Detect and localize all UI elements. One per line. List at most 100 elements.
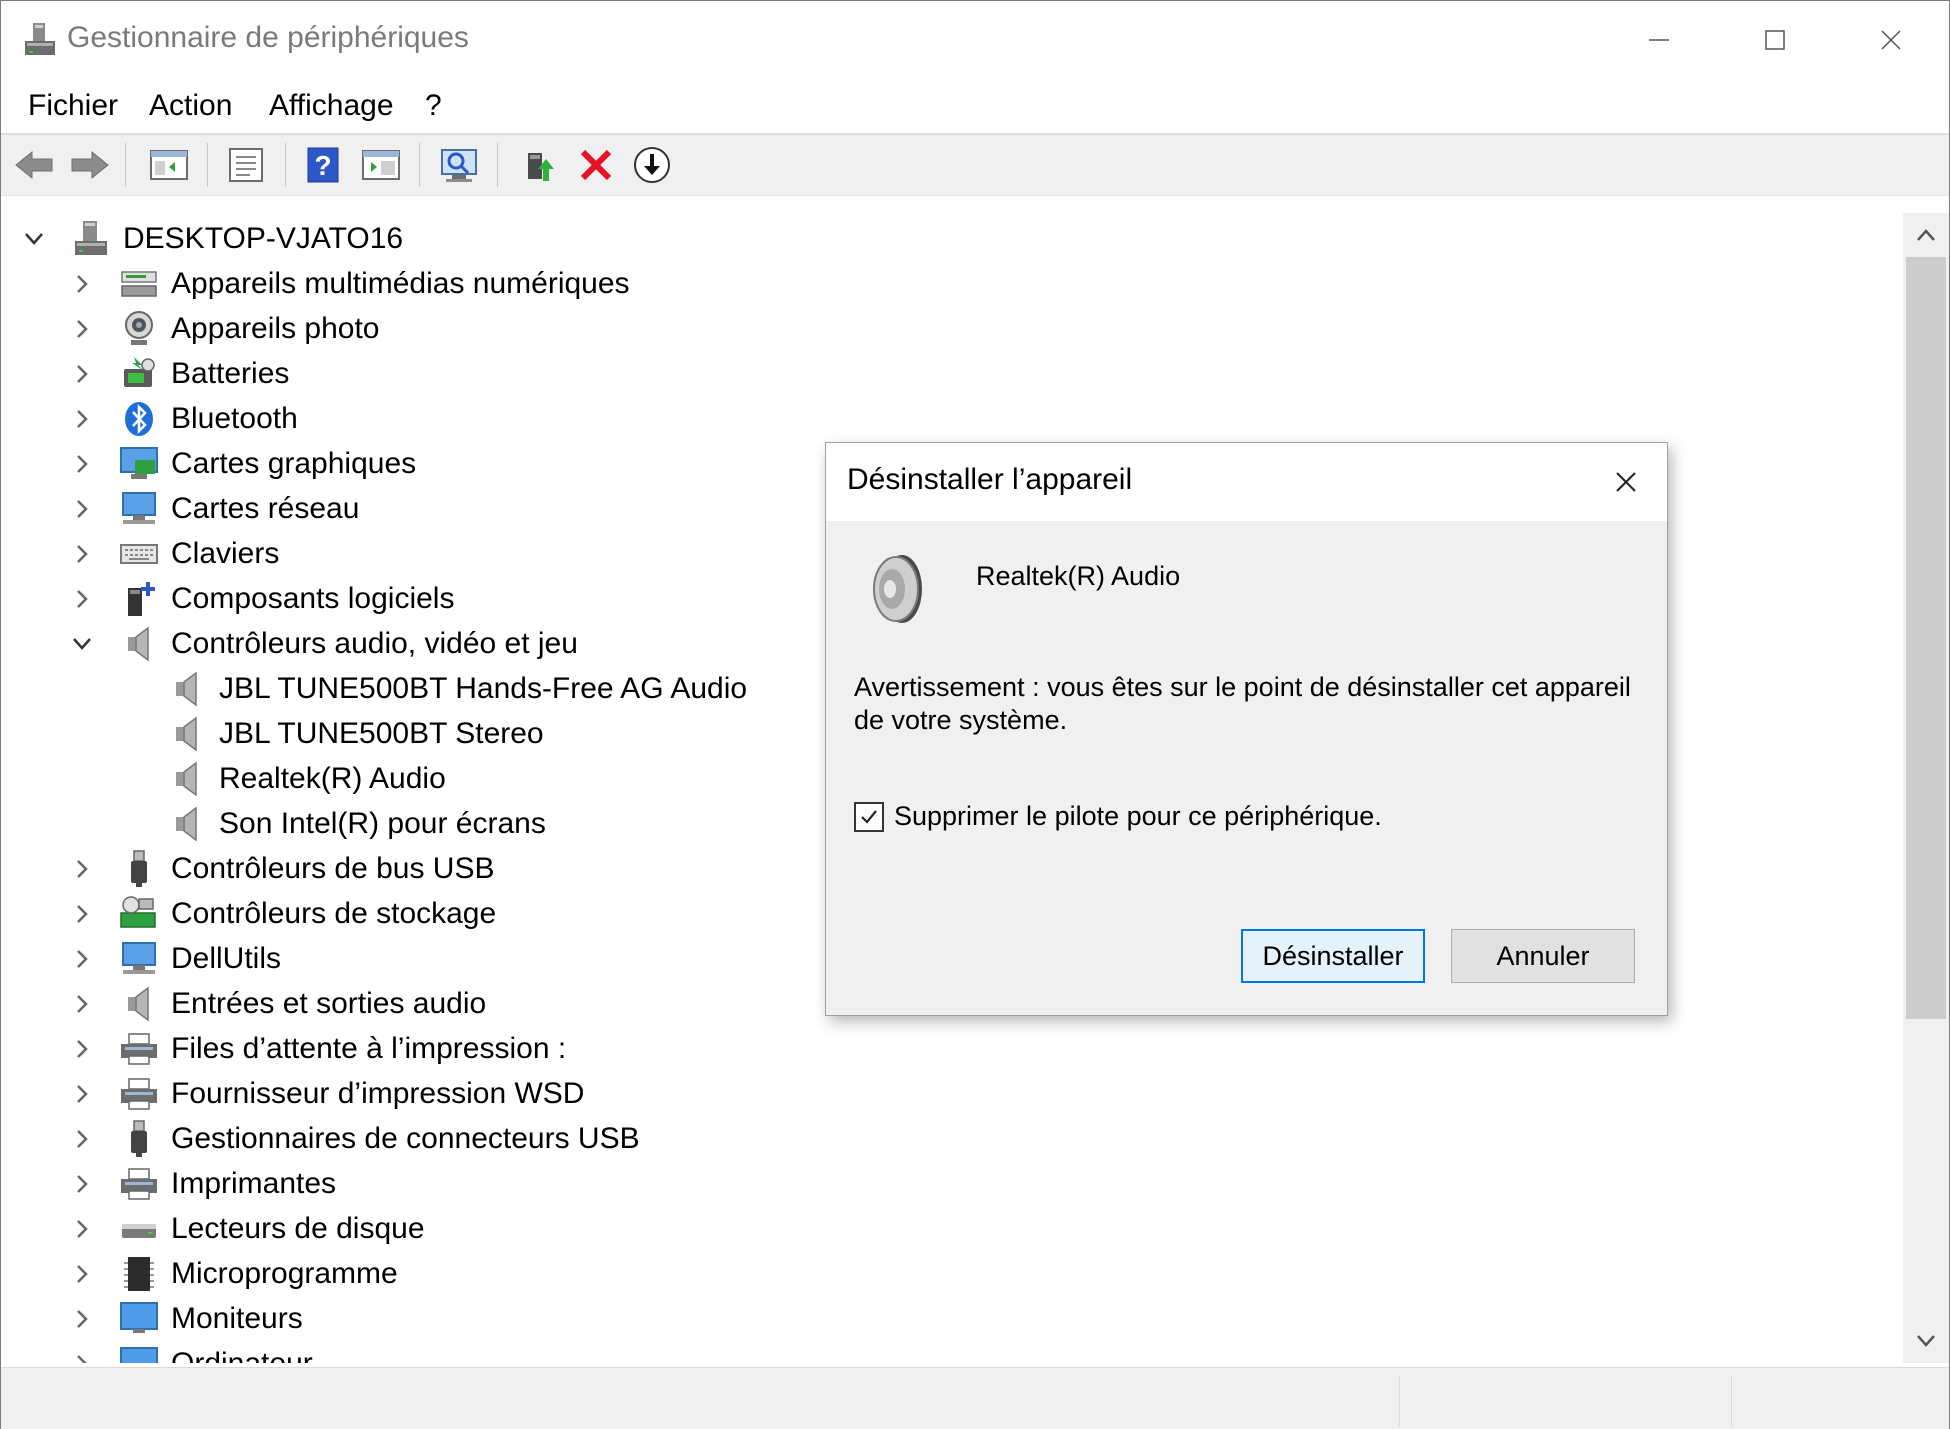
display-adapter-icon [119, 444, 159, 484]
chevron-right-icon[interactable] [71, 1308, 93, 1330]
chevron-right-icon[interactable] [71, 1218, 93, 1240]
dialog-title: Désinstaller l’appareil [847, 463, 1133, 496]
tree-item-label: Appareils multimédias numériques [171, 266, 630, 300]
chevron-right-icon[interactable] [71, 408, 93, 430]
tree-child-realtek-audio[interactable]: Realtek(R) Audio [167, 756, 446, 801]
tree-item-label: Imprimantes [171, 1166, 337, 1200]
tree-item-entrees-sorties-audio[interactable]: Entrées et sorties audio [71, 981, 486, 1026]
chevron-right-icon[interactable] [71, 453, 93, 475]
status-bar [1, 1367, 1949, 1429]
disable-device-icon[interactable] [629, 143, 675, 187]
speaker-icon [119, 984, 159, 1024]
help-icon[interactable]: ? [300, 143, 346, 187]
uninstall-dialog: Désinstaller l’appareil Realtek(R) Audio… [825, 442, 1668, 1016]
tree-item-appareils-photo[interactable]: Appareils photo [71, 306, 379, 351]
scan-hardware-icon[interactable] [437, 143, 483, 187]
scroll-up-icon[interactable] [1903, 215, 1949, 255]
menu-affichage[interactable]: Affichage [269, 89, 394, 123]
tree-item-lecteurs-disque[interactable]: Lecteurs de disque [71, 1206, 425, 1251]
tree-root-label: DESKTOP-VJATO16 [123, 221, 404, 255]
uninstall-device-icon[interactable] [573, 143, 619, 187]
disk-drive-icon [119, 1209, 159, 1249]
uninstall-button[interactable]: Désinstaller [1241, 929, 1425, 983]
tree-child-son-intel[interactable]: Son Intel(R) pour écrans [167, 801, 546, 846]
tree-item-controleurs-usb[interactable]: Contrôleurs de bus USB [71, 846, 495, 891]
tree-item-label: Bluetooth [171, 401, 298, 435]
tree-item-controleurs-audio[interactable]: Contrôleurs audio, vidéo et jeu [71, 621, 578, 666]
chevron-right-icon[interactable] [71, 1038, 93, 1060]
tree-item-imprimantes[interactable]: Imprimantes [71, 1161, 336, 1206]
dialog-warning-text: Avertissement : vous êtes sur le point d… [854, 672, 1631, 735]
chevron-right-icon[interactable] [71, 1173, 93, 1195]
chevron-right-icon[interactable] [71, 273, 93, 295]
tree-item-ordinateur[interactable]: Ordinateur [71, 1341, 313, 1363]
tree-item-cartes-graphiques[interactable]: Cartes graphiques [71, 441, 416, 486]
chevron-right-icon[interactable] [71, 363, 93, 385]
tree-item-microprogramme[interactable]: Microprogramme [71, 1251, 398, 1296]
tree-item-fournisseur-wsd[interactable]: Fournisseur d’impression WSD [71, 1071, 584, 1116]
cancel-button[interactable]: Annuler [1451, 929, 1635, 983]
tree-item-gestionnaires-usb[interactable]: Gestionnaires de connecteurs USB [71, 1116, 640, 1161]
console-tree-icon[interactable] [146, 143, 192, 187]
remove-driver-label[interactable]: Supprimer le pilote pour ce périphérique… [894, 801, 1382, 832]
tree-item-claviers[interactable]: Claviers [71, 531, 279, 576]
forward-arrow-icon[interactable] [67, 143, 113, 187]
chevron-down-icon[interactable] [71, 633, 93, 655]
printer-icon [119, 1029, 159, 1069]
chevron-right-icon[interactable] [71, 1353, 93, 1363]
tree-item-label: Ordinateur [171, 1346, 313, 1364]
tree-root[interactable]: DESKTOP-VJATO16 [23, 216, 403, 261]
tree-item-label: Entrées et sorties audio [171, 986, 487, 1020]
chevron-right-icon[interactable] [71, 318, 93, 340]
printer-icon [119, 1074, 159, 1114]
chevron-right-icon[interactable] [71, 993, 93, 1015]
speaker-icon [167, 804, 207, 844]
tree-item-dellutils[interactable]: DellUtils [71, 936, 281, 981]
remove-driver-checkbox[interactable] [854, 801, 884, 832]
chevron-right-icon[interactable] [71, 1083, 93, 1105]
properties-icon[interactable] [223, 143, 269, 187]
tree-item-composants-logiciels[interactable]: Composants logiciels [71, 576, 454, 621]
close-button[interactable] [1833, 1, 1949, 79]
menu-fichier[interactable]: Fichier [28, 89, 118, 123]
remove-driver-option[interactable]: Supprimer le pilote pour ce périphérique… [854, 801, 1382, 832]
scroll-thumb[interactable] [1906, 257, 1946, 1019]
tree-item-moniteurs[interactable]: Moniteurs [71, 1296, 303, 1341]
tree-item-files-attente[interactable]: Files d’attente à l’impression : [71, 1026, 566, 1071]
chevron-right-icon[interactable] [71, 858, 93, 880]
usb-icon [119, 1119, 159, 1159]
tree-item-controleurs-stockage[interactable]: Contrôleurs de stockage [71, 891, 496, 936]
chevron-right-icon[interactable] [71, 1128, 93, 1150]
minimize-button[interactable] [1601, 1, 1717, 79]
printer-icon [119, 1164, 159, 1204]
chevron-right-icon[interactable] [71, 543, 93, 565]
menu-action[interactable]: Action [149, 89, 232, 123]
tree-item-label: DellUtils [171, 941, 282, 975]
menu-bar: Fichier Action Affichage ? [1, 81, 1949, 135]
speaker-icon [167, 714, 207, 754]
vertical-scrollbar[interactable] [1903, 213, 1949, 1363]
tree-child-jbl-hands-free[interactable]: JBL TUNE500BT Hands-Free AG Audio [167, 666, 747, 711]
tree-item-label: Contrôleurs audio, vidéo et jeu [171, 626, 578, 660]
back-arrow-icon[interactable] [11, 143, 57, 187]
chevron-down-icon[interactable] [23, 228, 45, 250]
menu-help[interactable]: ? [425, 89, 442, 123]
tree-item-label: Gestionnaires de connecteurs USB [171, 1121, 640, 1155]
scroll-down-icon[interactable] [1903, 1321, 1949, 1361]
tree-item-batteries[interactable]: Batteries [71, 351, 289, 396]
chevron-right-icon[interactable] [71, 1263, 93, 1285]
tree-item-appareils-multimedias[interactable]: Appareils multimédias numériques [71, 261, 630, 306]
chevron-right-icon[interactable] [71, 903, 93, 925]
tree-item-cartes-reseau[interactable]: Cartes réseau [71, 486, 359, 531]
chevron-right-icon[interactable] [71, 948, 93, 970]
tree-child-jbl-stereo[interactable]: JBL TUNE500BT Stereo [167, 711, 544, 756]
tree-item-bluetooth[interactable]: Bluetooth [71, 396, 298, 441]
view-icon[interactable] [358, 143, 404, 187]
chevron-right-icon[interactable] [71, 588, 93, 610]
maximize-button[interactable] [1717, 1, 1833, 79]
dialog-close-button[interactable] [1599, 457, 1653, 507]
tree-item-label: JBL TUNE500BT Hands-Free AG Audio [219, 671, 748, 705]
update-driver-icon[interactable] [517, 143, 563, 187]
chevron-right-icon[interactable] [71, 498, 93, 520]
tree-item-label: Cartes réseau [171, 491, 360, 525]
